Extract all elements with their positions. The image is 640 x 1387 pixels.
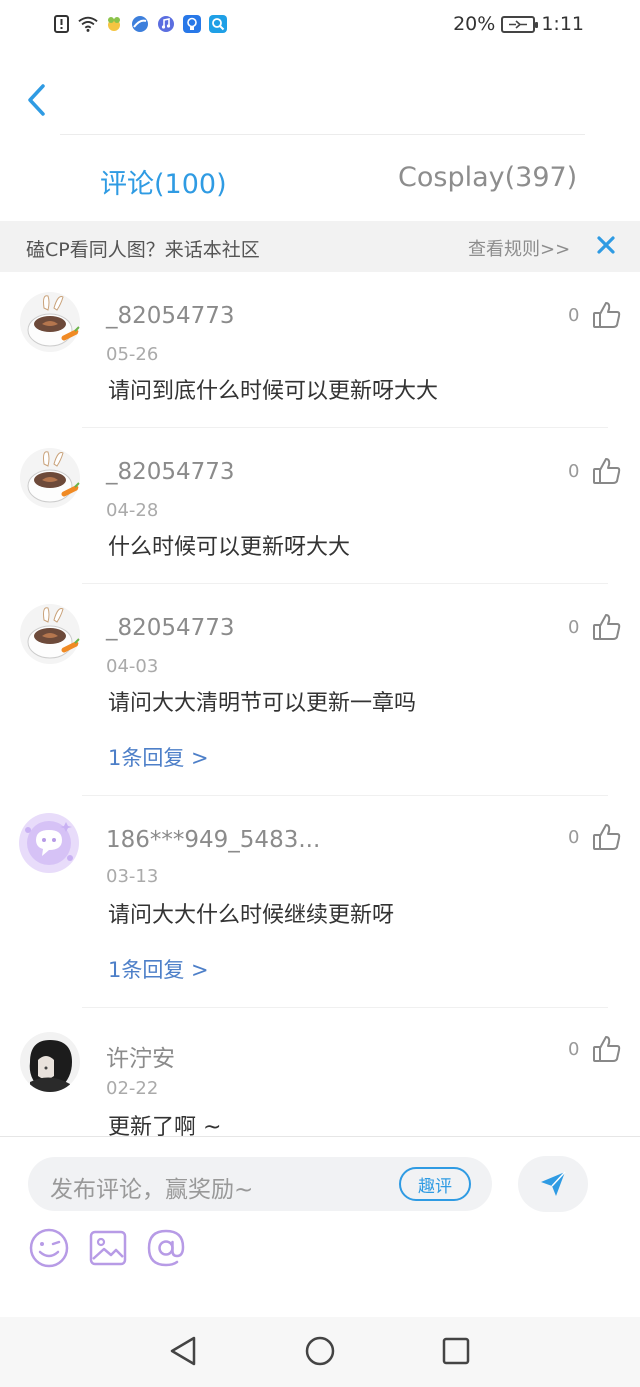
wifi-icon: [78, 14, 98, 34]
comment-username[interactable]: 许泞安: [106, 1039, 175, 1073]
comment-text: 请问大大什么时候继续更新呀: [108, 903, 395, 928]
avatar[interactable]: [20, 1032, 80, 1092]
comment-username[interactable]: _82054773: [106, 459, 235, 485]
nav-home-icon[interactable]: [302, 1333, 338, 1369]
tab-bar: 评论(100) Cosplay(397): [0, 150, 640, 210]
comment-username[interactable]: 186***949_5483...: [106, 827, 320, 853]
thumbs-up-icon[interactable]: [592, 300, 622, 330]
like-count: 0: [568, 1039, 580, 1060]
browser-icon: [130, 14, 150, 34]
comment-input[interactable]: 发布评论，赢奖励~ 趣评: [28, 1157, 492, 1211]
comment-item: _82054773 04-03 请问大大清明节可以更新一章吗 1条回复 > 0: [0, 584, 640, 796]
system-nav-bar: [0, 1317, 640, 1387]
emoji-icon[interactable]: [28, 1227, 70, 1269]
view-rules-link[interactable]: 查看规则>>: [468, 235, 570, 261]
send-button[interactable]: [518, 1156, 588, 1212]
comment-text: 什么时候可以更新呀大大: [108, 535, 351, 560]
comment-text: 请问到底什么时候可以更新呀大大: [108, 379, 439, 404]
tab-cosplay[interactable]: Cosplay(397): [398, 162, 577, 193]
avatar[interactable]: [20, 448, 80, 508]
app-icon: [104, 14, 124, 34]
like-count: 0: [568, 305, 580, 326]
tab-comments[interactable]: 评论(100): [100, 162, 227, 201]
search-app-icon: [208, 14, 228, 34]
header-divider: [60, 134, 585, 135]
replies-link[interactable]: 1条回复 >: [108, 742, 209, 772]
send-icon: [541, 1171, 566, 1196]
thumbs-up-icon[interactable]: [592, 612, 622, 642]
comment-username[interactable]: _82054773: [106, 303, 235, 329]
status-right: 20% 1:11: [453, 13, 584, 35]
comment-input-placeholder: 发布评论，赢奖励~: [50, 1177, 254, 1203]
like-count: 0: [568, 617, 580, 638]
comment-item: 186***949_5483... 03-13 请问大大什么时候继续更新呀 1条…: [0, 796, 640, 1008]
comment-date: 02-22: [106, 1078, 159, 1099]
avatar[interactable]: [20, 604, 80, 664]
comment-item: _82054773 04-28 什么时候可以更新呀大大 0: [0, 428, 640, 584]
comment-text: 请问大大清明节可以更新一章吗: [108, 691, 417, 716]
replies-link[interactable]: 1条回复 >: [108, 954, 209, 984]
battery-percent: 20%: [453, 13, 496, 35]
notice-text: 磕CP看同人图？来话本社区: [26, 239, 260, 261]
image-icon[interactable]: [87, 1227, 129, 1269]
comment-composer: 发布评论，赢奖励~ 趣评: [0, 1136, 640, 1316]
like-count: 0: [568, 827, 580, 848]
thumbs-up-icon[interactable]: [592, 1034, 622, 1064]
back-button[interactable]: [18, 80, 54, 120]
comment-date: 05-26: [106, 344, 159, 365]
quick-comment-button[interactable]: 趣评: [399, 1167, 471, 1201]
music-icon: [156, 14, 176, 34]
comment-date: 03-13: [106, 866, 159, 887]
thumbs-up-icon[interactable]: [592, 822, 622, 852]
nav-recents-icon[interactable]: [438, 1333, 474, 1369]
alert-icon: [52, 14, 72, 34]
comment-date: 04-03: [106, 656, 159, 677]
comment-date: 04-28: [106, 500, 159, 521]
battery-icon: [501, 15, 539, 33]
avatar[interactable]: [16, 810, 82, 876]
like-count: 0: [568, 461, 580, 482]
notice-banner[interactable]: 磕CP看同人图？来话本社区 查看规则>>: [0, 221, 640, 272]
status-bar: 20% 1:11: [0, 0, 640, 50]
mention-icon[interactable]: [145, 1227, 187, 1269]
close-icon[interactable]: [594, 233, 618, 257]
comment-username[interactable]: _82054773: [106, 615, 235, 641]
nav-back-icon[interactable]: [166, 1333, 202, 1369]
thumbs-up-icon[interactable]: [592, 456, 622, 486]
back-arrow-icon: [28, 84, 45, 116]
comment-item: 许泞安 02-22 更新了啊 ~ 0: [0, 1008, 640, 1136]
comment-text: 更新了啊 ~: [108, 1115, 222, 1136]
clock: 1:11: [541, 13, 584, 35]
status-icons: [52, 14, 228, 34]
comment-item: _82054773 05-26 请问到底什么时候可以更新呀大大 0: [0, 272, 640, 428]
avatar[interactable]: [20, 292, 80, 352]
bulb-icon: [182, 14, 202, 34]
